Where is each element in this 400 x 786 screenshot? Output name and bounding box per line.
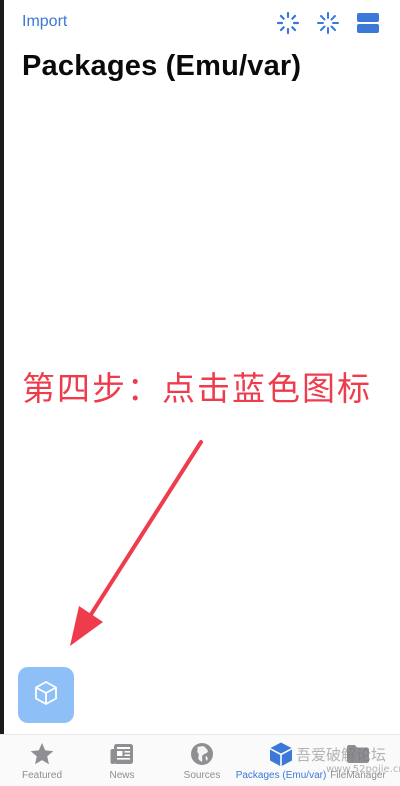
tab-news[interactable]: News <box>82 741 162 785</box>
globe-icon <box>191 743 213 765</box>
tab-sources[interactable]: Sources <box>162 741 242 785</box>
tab-label: Featured <box>21 770 63 781</box>
sparkle-loading-icon[interactable] <box>316 11 340 35</box>
watermark-text: 吾爱破解论坛 <box>296 746 387 764</box>
newspaper-icon <box>110 744 133 764</box>
spinner-icon[interactable] <box>276 11 300 35</box>
star-icon <box>30 743 54 765</box>
package-box-icon <box>32 679 60 712</box>
watermark-url: www.52pojie.cn <box>326 764 400 775</box>
list-layout-icon[interactable] <box>356 11 380 35</box>
package-fab-button[interactable] <box>18 667 74 723</box>
window-left-edge <box>0 0 4 785</box>
navigation-bar: Import <box>0 0 400 50</box>
package-box-icon <box>270 742 292 766</box>
tab-label: Sources <box>183 770 221 781</box>
import-button[interactable]: Import <box>22 13 67 31</box>
tab-featured[interactable]: Featured <box>2 741 82 785</box>
annotation-instruction-text: 第四步：点击蓝色图标 <box>22 369 372 408</box>
page-title: Packages (Emu/var) <box>22 50 302 82</box>
tab-label: News <box>109 770 135 781</box>
tab-label: Packages (Emu/var) <box>235 770 327 781</box>
